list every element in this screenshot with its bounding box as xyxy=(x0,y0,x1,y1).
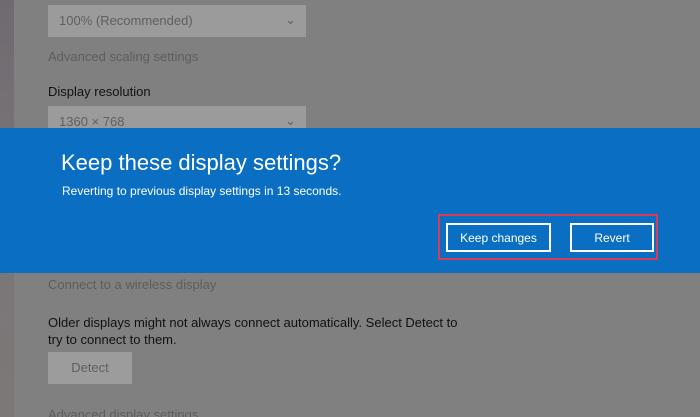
connect-wireless-display-link[interactable]: Connect to a wireless display xyxy=(48,277,216,292)
scale-dropdown[interactable]: 100% (Recommended) ⌄ xyxy=(48,5,306,37)
revert-button[interactable]: Revert xyxy=(570,223,654,252)
wireless-description-line-1: Older displays might not always connect … xyxy=(48,315,458,330)
chevron-down-icon: ⌄ xyxy=(285,12,296,27)
resolution-dropdown-value: 1360 × 768 xyxy=(59,114,125,129)
display-settings-screen: 100% (Recommended) ⌄ Advanced scaling se… xyxy=(0,0,700,417)
advanced-display-settings-link[interactable]: Advanced display settings xyxy=(48,407,198,417)
wireless-description-line-2: try to connect to them. xyxy=(48,332,177,347)
dialog-title: Keep these display settings? xyxy=(61,150,342,175)
keep-display-settings-dialog: Keep these display settings? Reverting t… xyxy=(0,128,700,273)
keep-changes-button[interactable]: Keep changes xyxy=(446,223,551,252)
scale-dropdown-value: 100% (Recommended) xyxy=(59,13,193,28)
detect-button[interactable]: Detect xyxy=(48,352,132,384)
advanced-scaling-link[interactable]: Advanced scaling settings xyxy=(48,49,198,64)
display-resolution-label: Display resolution xyxy=(48,84,151,99)
countdown-message: Reverting to previous display settings i… xyxy=(62,184,342,198)
